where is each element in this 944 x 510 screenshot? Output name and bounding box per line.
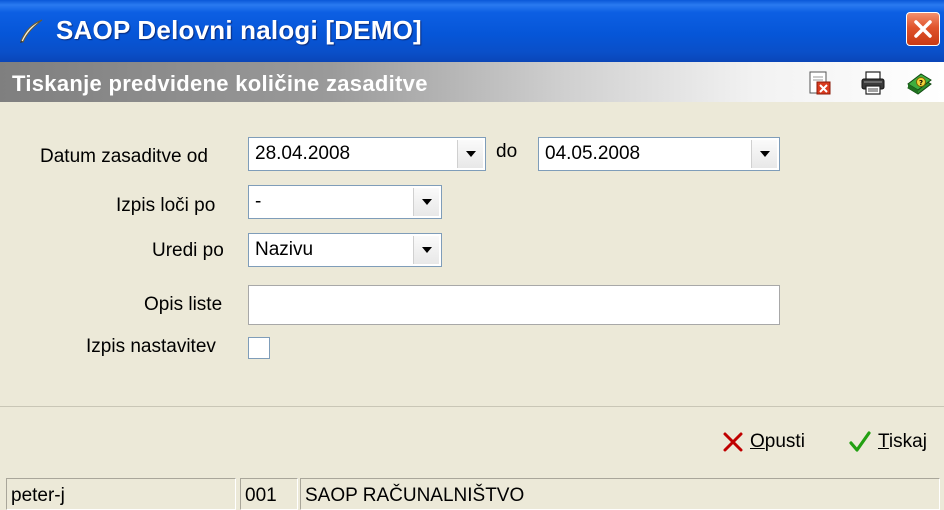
status-bar: peter-j 001 SAOP RAČUNALNIŠTVO [0,474,944,510]
close-icon [914,20,932,38]
date-from-value: 28.04.2008 [255,143,351,164]
date-from-label: Datum zasaditve od [40,146,208,167]
chevron-down-icon [759,151,770,157]
feather-pen-icon [20,19,43,43]
date-to-value: 04.05.2008 [545,143,641,164]
split-value: - [255,191,262,212]
status-company-code: 001 [240,478,298,510]
status-user: peter-j [6,478,236,510]
split-combo[interactable]: - [248,185,442,219]
status-company-name: SAOP RAČUNALNIŠTVO [300,478,940,510]
split-label: Izpis loči po [116,195,216,216]
window-title: SAOP Delovni nalogi [DEMO] [56,15,422,45]
cancel-x-icon [723,432,743,452]
settings-checkbox[interactable] [248,337,270,359]
separator [0,406,944,407]
print-label: Tiskaj [878,431,927,452]
cancel-label: Opusti [750,431,805,452]
close-document-icon[interactable] [806,70,832,96]
description-input[interactable] [248,285,780,325]
description-label: Opis liste [144,294,223,315]
date-from-combo[interactable]: 28.04.2008 [248,137,486,171]
split-dropdown-button[interactable] [413,188,439,216]
help-book-icon[interactable]: ? [906,70,932,96]
printer-icon[interactable] [860,70,886,96]
cancel-button[interactable]: Opusti [722,427,805,457]
panel-header: Tiskanje predvidene količine zasaditve ? [0,62,944,102]
chevron-down-icon [465,151,476,157]
checkmark-icon [849,431,871,452]
close-button[interactable] [906,12,940,46]
window-titlebar[interactable]: SAOP Delovni nalogi [DEMO] [0,0,944,62]
date-from-dropdown-button[interactable] [457,140,483,168]
date-to-combo[interactable]: 04.05.2008 [538,137,780,171]
sort-combo[interactable]: Nazivu [248,233,442,267]
chevron-down-icon [421,247,432,253]
chevron-down-icon [421,199,432,205]
date-to-dropdown-button[interactable] [751,140,777,168]
print-button[interactable]: Tiskaj [848,427,927,457]
sort-label: Uredi po [152,240,224,261]
panel-title: Tiskanje predvidene količine zasaditve [12,71,428,96]
date-to-label: do [496,141,518,162]
settings-label: Izpis nastavitev [86,336,216,357]
svg-text:?: ? [919,79,923,87]
sort-dropdown-button[interactable] [413,236,439,264]
sort-value: Nazivu [255,239,314,260]
